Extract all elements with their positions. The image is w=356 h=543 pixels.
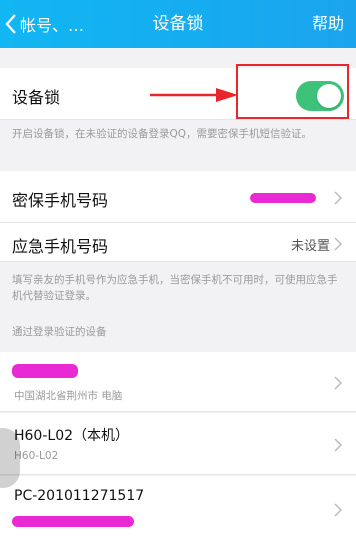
back-label: 帐号、… xyxy=(20,16,85,35)
red-arrow-icon xyxy=(150,88,238,102)
emergency-phone-row[interactable]: 应急手机号码 未设置 xyxy=(0,223,356,262)
redacted-device-detail xyxy=(12,516,134,527)
device-lock-hint: 开启设备锁，在未验证的设备登录QQ，需要密保手机短信验证。 xyxy=(12,128,313,140)
device-item-2[interactable]: H60-L02（本机） H60-L02 xyxy=(0,413,356,475)
chevron-right-icon xyxy=(334,190,343,209)
security-phone-label: 密保手机号码 xyxy=(12,191,109,210)
redacted-phone xyxy=(250,193,316,203)
device-name: PC-201011271517 xyxy=(14,488,145,504)
device-location: 中国湖北省荆州市 电脑 xyxy=(14,390,123,402)
verified-devices-heading: 通过登录验证的设备 xyxy=(12,326,107,338)
emergency-phone-hint: 填写亲友的手机号作为应急手机，当密保手机不可用时，可使用应急手机代替验证登录。 xyxy=(12,274,338,302)
chevron-right-icon xyxy=(334,437,343,456)
top-bar: 帐号、… 设备锁 帮助 xyxy=(0,0,356,48)
device-model: H60-L02 xyxy=(14,450,59,462)
chevron-left-icon xyxy=(4,13,18,35)
redacted-device-name xyxy=(12,364,78,378)
back-button[interactable]: 帐号、… xyxy=(4,8,84,40)
emergency-phone-value: 未设置 xyxy=(290,239,330,254)
chevron-right-icon xyxy=(334,375,343,394)
device-item-1[interactable]: 中国湖北省荆州市 电脑 xyxy=(0,352,356,412)
device-item-3[interactable]: PC-201011271517 xyxy=(0,476,356,543)
emergency-phone-label: 应急手机号码 xyxy=(12,237,109,256)
edge-swipe-handle[interactable] xyxy=(0,428,20,488)
chevron-right-icon xyxy=(334,236,343,255)
chevron-right-icon xyxy=(334,502,343,521)
device-name: H60-L02（本机） xyxy=(14,428,130,444)
device-lock-label: 设备锁 xyxy=(12,88,61,107)
highlight-box xyxy=(236,64,349,119)
help-button[interactable]: 帮助 xyxy=(312,0,344,48)
security-phone-row[interactable]: 密保手机号码 xyxy=(0,171,356,223)
